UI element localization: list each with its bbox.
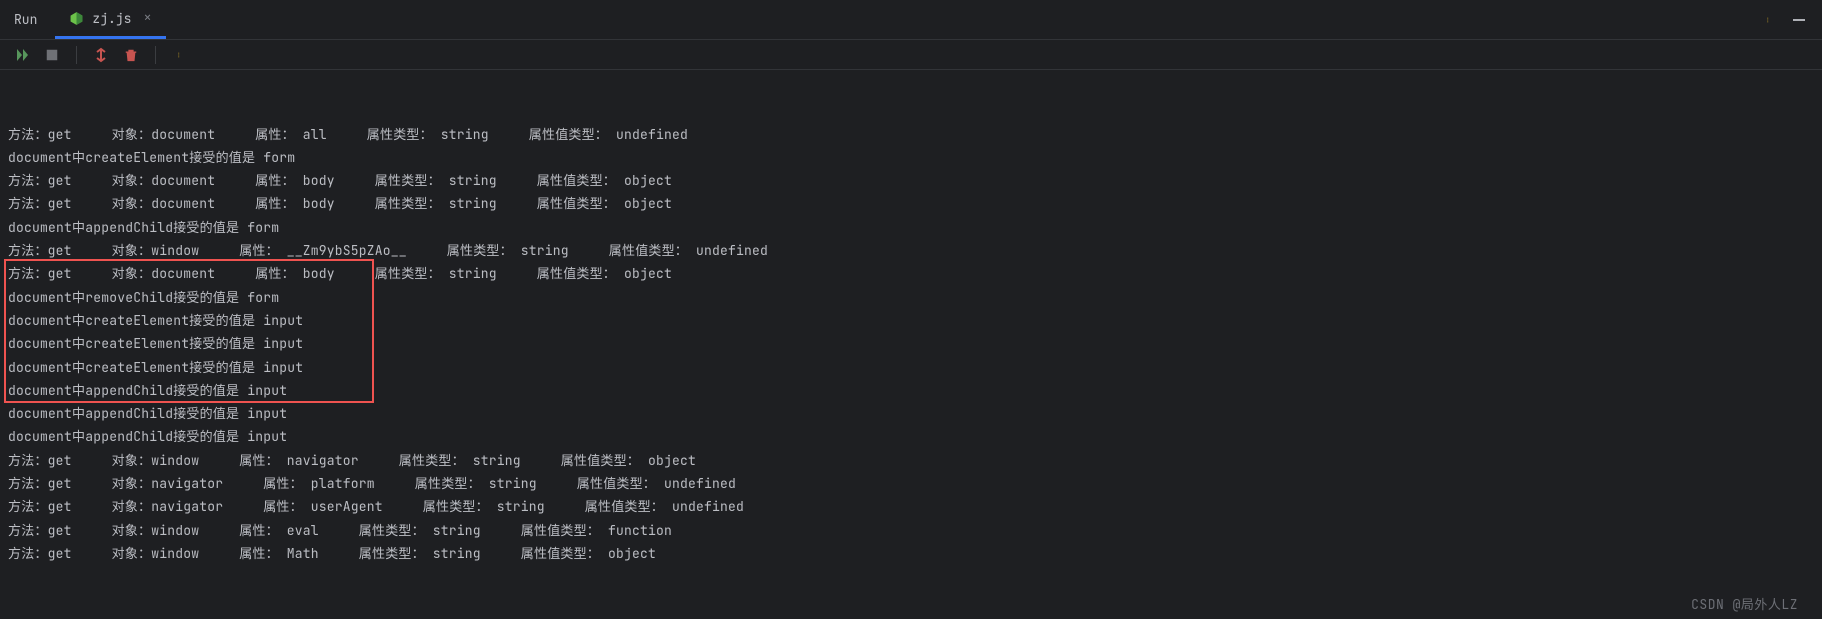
console-line: 方法：get 对象：document 属性： all 属性类型： string …: [8, 123, 1814, 146]
more-actions-icon[interactable]: [170, 45, 190, 65]
console-line: document中createElement接受的值是 input: [8, 332, 1814, 355]
stop-button[interactable]: [42, 45, 62, 65]
hide-icon[interactable]: [1790, 10, 1808, 30]
soft-wrap-button[interactable]: [91, 45, 111, 65]
console-line: document中createElement接受的值是 input: [8, 356, 1814, 379]
tab-filename: zj.js: [92, 10, 131, 27]
console-line: 方法：get 对象：window 属性： eval 属性类型： string 属…: [8, 519, 1814, 542]
console-line: document中appendChild接受的值是 input: [8, 402, 1814, 425]
run-config-tab[interactable]: zj.js ×: [55, 0, 165, 39]
console-line: document中appendChild接受的值是 input: [8, 425, 1814, 448]
console-line: 方法：get 对象：navigator 属性： userAgent 属性类型： …: [8, 495, 1814, 518]
console-line: 方法：get 对象：window 属性： Math 属性类型： string 属…: [8, 542, 1814, 565]
console-line: 方法：get 对象：navigator 属性： platform 属性类型： s…: [8, 472, 1814, 495]
console-line: 方法：get 对象：document 属性： body 属性类型： string…: [8, 262, 1814, 285]
rerun-button[interactable]: [12, 45, 32, 65]
options-icon[interactable]: [1762, 10, 1776, 30]
console-line: document中createElement接受的值是 form: [8, 146, 1814, 169]
close-icon[interactable]: ×: [143, 9, 151, 27]
clear-all-button[interactable]: [121, 45, 141, 65]
nodejs-icon: [69, 11, 84, 26]
console-line: 方法：get 对象：window 属性： navigator 属性类型： str…: [8, 449, 1814, 472]
console-line: 方法：get 对象：document 属性： body 属性类型： string…: [8, 192, 1814, 215]
tool-window-title: Run: [0, 0, 55, 39]
console-line: 方法：get 对象：document 属性： body 属性类型： string…: [8, 169, 1814, 192]
console-output[interactable]: 方法：get 对象：document 属性： all 属性类型： string …: [0, 70, 1822, 585]
console-toolbar: [0, 40, 1822, 70]
tool-window-header: Run zj.js ×: [0, 0, 1822, 40]
separator: [155, 46, 156, 64]
console-line: 方法：get 对象：window 属性： __Zm9ybS5pZAo__ 属性类…: [8, 239, 1814, 262]
watermark-text: CSDN @局外人LZ: [1691, 594, 1798, 613]
console-line: document中removeChild接受的值是 form: [8, 286, 1814, 309]
separator: [76, 46, 77, 64]
console-line: document中appendChild接受的值是 input: [8, 379, 1814, 402]
console-line: document中appendChild接受的值是 form: [8, 216, 1814, 239]
console-line: document中createElement接受的值是 input: [8, 309, 1814, 332]
